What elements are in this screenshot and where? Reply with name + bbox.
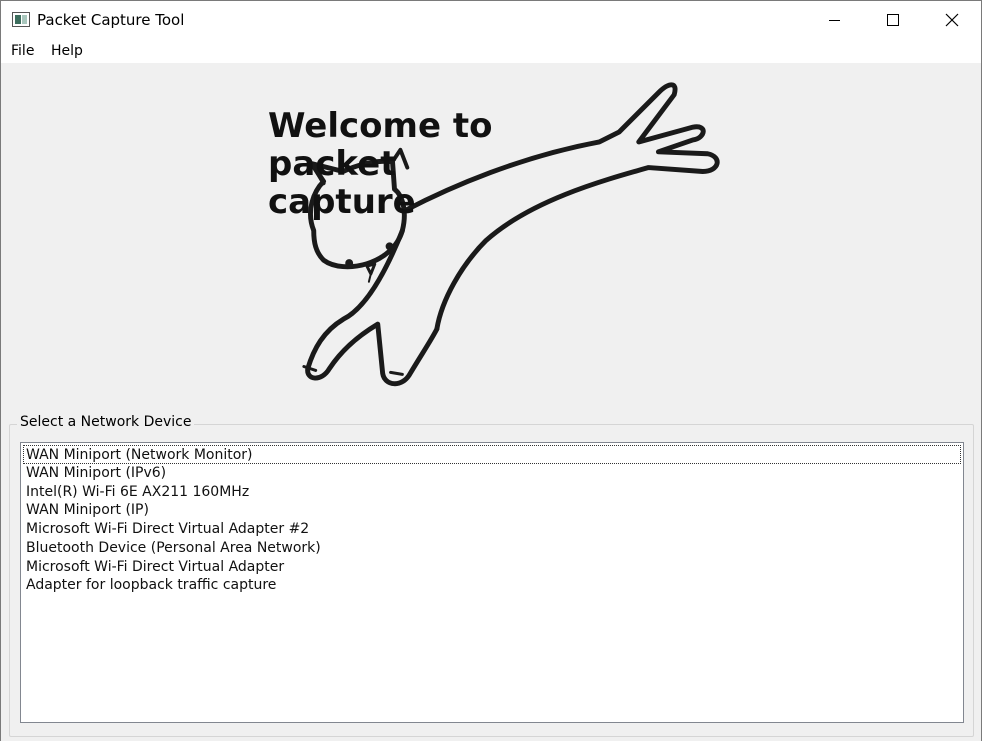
list-item[interactable]: WAN Miniport (IP)	[25, 501, 149, 520]
welcome-line-1: Welcome to packet	[268, 106, 493, 184]
list-item[interactable]: Microsoft Wi-Fi Direct Virtual Adapter #…	[25, 520, 309, 539]
close-button[interactable]	[929, 1, 975, 39]
menu-help[interactable]: Help	[51, 43, 83, 59]
list-item[interactable]: WAN Miniport (Network Monitor)	[23, 445, 961, 464]
menu-bar: File Help	[1, 39, 981, 63]
minimize-icon	[828, 19, 840, 21]
list-item[interactable]: WAN Miniport (IPv6)	[25, 464, 166, 483]
close-icon	[945, 13, 959, 27]
window-title: Packet Capture Tool	[37, 11, 185, 29]
menu-file[interactable]: File	[11, 43, 34, 59]
app-window-icon	[12, 12, 30, 27]
welcome-heading: Welcome to packet capture	[268, 107, 628, 221]
device-list[interactable]: WAN Miniport (Network Monitor) WAN Minip…	[20, 442, 964, 723]
title-bar[interactable]: Packet Capture Tool	[1, 1, 981, 39]
list-item[interactable]: Bluetooth Device (Personal Area Network)	[25, 539, 321, 558]
minimize-button[interactable]	[811, 1, 857, 39]
welcome-line-2: capture	[268, 182, 416, 222]
list-item[interactable]: Adapter for loopback traffic capture	[25, 576, 276, 595]
list-item[interactable]: Intel(R) Wi-Fi 6E AX211 160MHz	[25, 483, 249, 502]
list-item[interactable]: Microsoft Wi-Fi Direct Virtual Adapter	[25, 558, 284, 577]
maximize-button[interactable]	[870, 1, 916, 39]
device-group-label: Select a Network Device	[17, 414, 195, 430]
app-window: Packet Capture Tool File Help Welcome to…	[0, 0, 982, 741]
maximize-icon	[887, 14, 899, 26]
